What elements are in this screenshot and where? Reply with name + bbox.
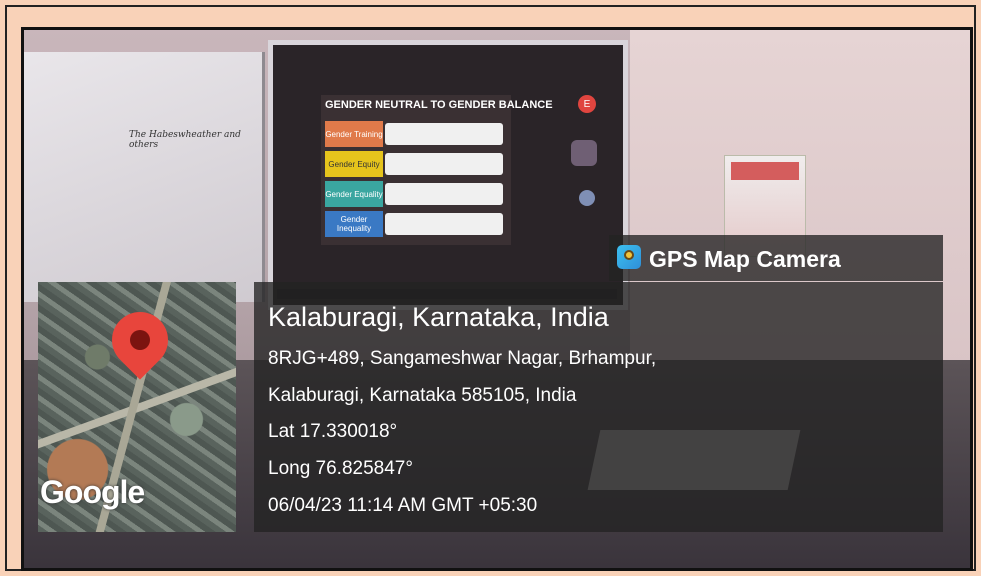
whiteboard-writing: The Habeswheather and others <box>129 130 241 150</box>
slide-row: Gender Training <box>325 121 505 147</box>
app-name: GPS Map Camera <box>649 246 841 272</box>
map-thumbnail: Google <box>38 282 236 532</box>
participants-panel: E <box>543 85 613 235</box>
photo-frame: The Habeswheather and others GENDER NEUT… <box>5 5 976 571</box>
slide-row-label: Gender Equity <box>325 151 383 177</box>
location-title: Kalaburagi, Karnataka, India <box>268 302 609 332</box>
datetime: 06/04/23 11:14 AM GMT +05:30 <box>268 495 538 516</box>
avatar <box>579 190 595 206</box>
avatar <box>571 140 597 166</box>
slide-row-bar <box>385 183 503 205</box>
slide-row-bar <box>385 123 503 145</box>
gps-map-camera-icon <box>617 245 641 269</box>
poster-stripe <box>731 162 799 180</box>
slide-row-label: Gender Inequality <box>325 211 383 237</box>
slide-row: Gender Equity <box>325 151 505 177</box>
address-line-1: 8RJG+489, Sangameshwar Nagar, Brhampur, <box>268 348 657 369</box>
map-pin-center <box>130 330 150 350</box>
slide-row-label: Gender Equality <box>325 181 383 207</box>
latitude: Lat 17.330018° <box>268 421 398 442</box>
slide-row: Gender Inequality <box>325 211 505 237</box>
whiteboard: The Habeswheather and others <box>24 52 265 302</box>
slide-title: GENDER NEUTRAL TO GENDER BALANCE <box>325 99 553 111</box>
slide-row-bar <box>385 153 503 175</box>
projector-screen: GENDER NEUTRAL TO GENDER BALANCE Gender … <box>268 40 628 310</box>
slide-row: Gender Equality <box>325 181 505 207</box>
slide-row-bar <box>385 213 503 235</box>
avatar: E <box>578 95 596 113</box>
location-info-panel: Kalaburagi, Karnataka, India 8RJG+489, S… <box>254 282 943 532</box>
camera-lens-icon <box>624 250 634 260</box>
google-logo: Google <box>40 474 145 510</box>
slide-row-label: Gender Training <box>325 121 383 147</box>
longitude: Long 76.825847° <box>268 458 413 479</box>
gps-app-banner: GPS Map Camera <box>609 235 943 281</box>
address-line-2: Kalaburagi, Karnataka 585105, India <box>268 385 577 406</box>
slide: GENDER NEUTRAL TO GENDER BALANCE Gender … <box>321 95 553 245</box>
